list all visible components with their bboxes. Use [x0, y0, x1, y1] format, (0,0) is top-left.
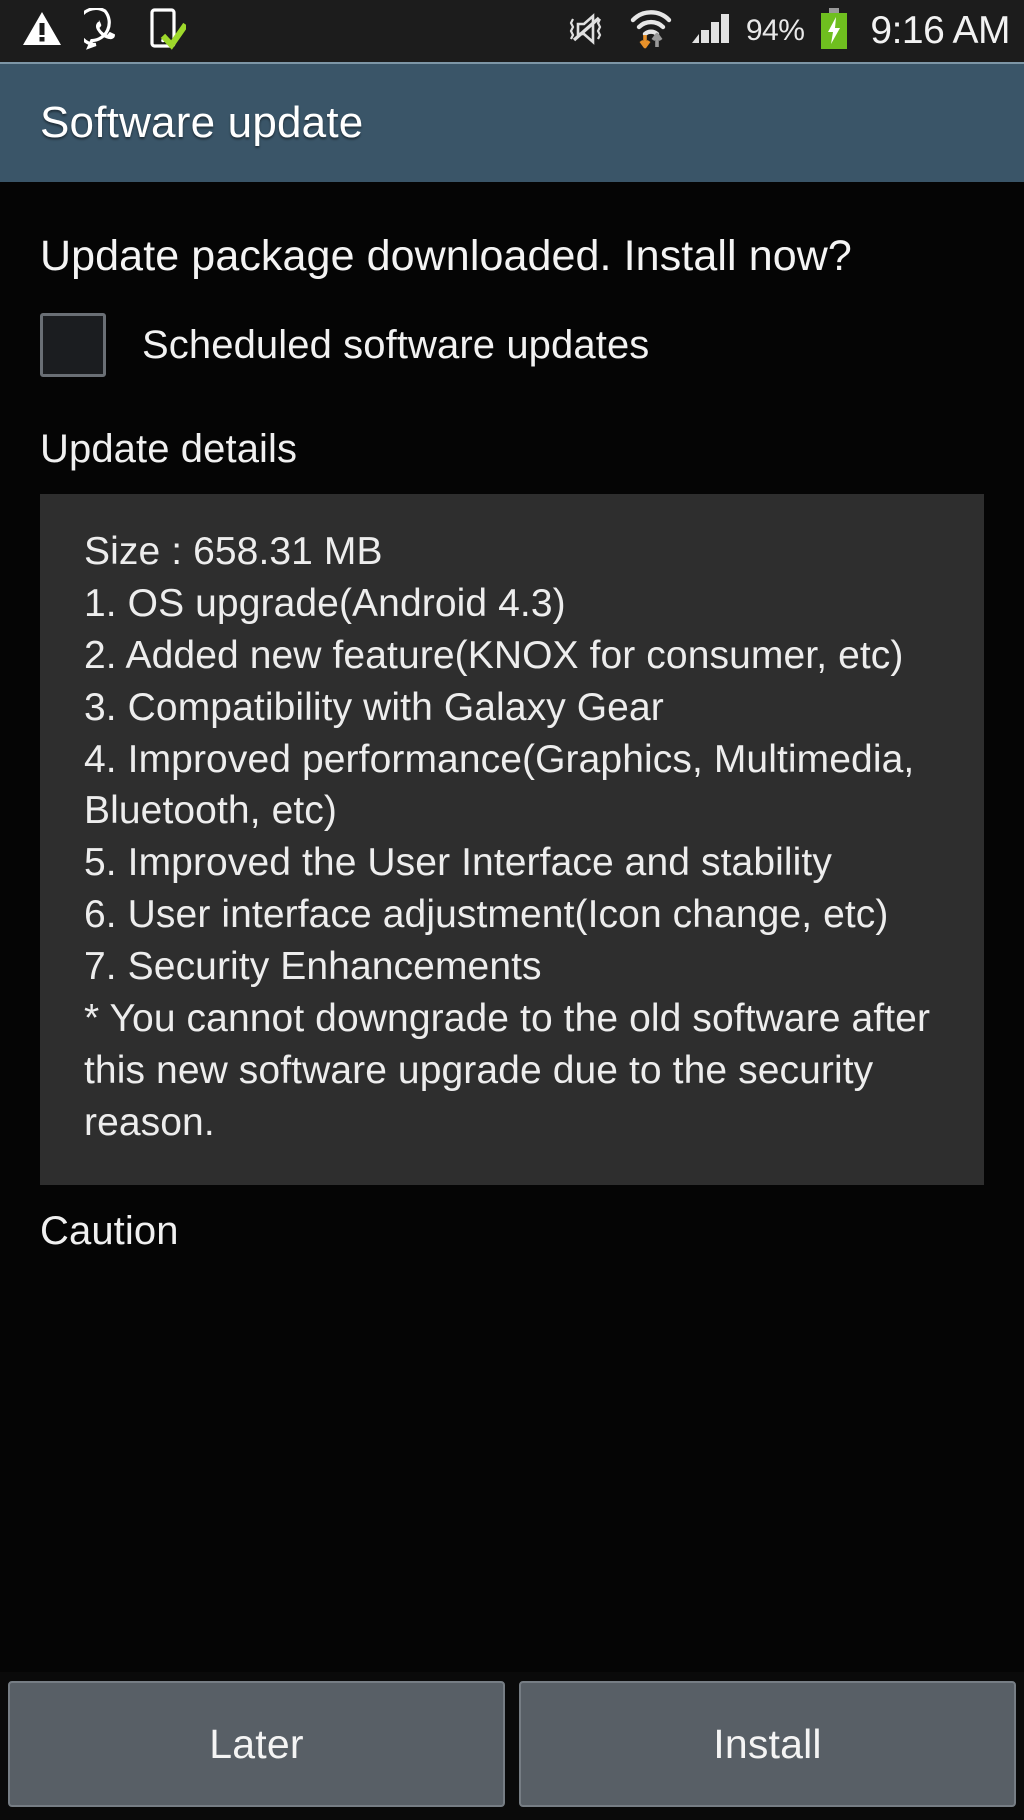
- scheduled-updates-checkbox[interactable]: [40, 313, 106, 378]
- wifi-data-transfer-icon: [628, 7, 674, 56]
- clock-label: 9:16 AM: [870, 9, 1010, 52]
- app-title-bar: Software update: [0, 62, 1024, 182]
- battery-percent-label: 94%: [745, 14, 805, 47]
- update-details-panel[interactable]: Size : 658.31 MB 1. OS upgrade(Android 4…: [40, 494, 984, 1185]
- scheduled-updates-label: Scheduled software updates: [142, 322, 650, 367]
- warning-triangle-icon: [22, 10, 62, 53]
- phone-check-icon: [148, 7, 189, 56]
- caution-heading: Caution: [40, 1208, 179, 1253]
- install-button[interactable]: Install: [519, 1681, 1016, 1807]
- update-details-text: Size : 658.31 MB 1. OS upgrade(Android 4…: [84, 530, 931, 1144]
- page-title: Software update: [40, 98, 364, 147]
- scheduled-updates-row[interactable]: Scheduled software updates: [0, 285, 1024, 378]
- signal-bars-icon: [688, 9, 732, 54]
- phone-screen: 94% 9:16 AM Software update Update packa…: [0, 0, 1024, 1820]
- whatsapp-icon: [76, 6, 126, 55]
- main-content: Update package downloaded. Install now? …: [0, 182, 1024, 1672]
- mute-vibrate-icon: [564, 9, 614, 54]
- status-bar: 94% 9:16 AM: [0, 0, 1024, 62]
- later-button[interactable]: Later: [8, 1681, 505, 1807]
- status-bar-left-icons: [22, 6, 189, 56]
- install-prompt-text: Update package downloaded. Install now?: [40, 232, 852, 280]
- battery-charging-icon: [818, 7, 850, 56]
- dialog-button-bar: Later Install: [0, 1672, 1024, 1820]
- update-details-heading: Update details: [40, 427, 298, 472]
- status-bar-right-icons: 94% 9:16 AM: [564, 7, 1010, 56]
